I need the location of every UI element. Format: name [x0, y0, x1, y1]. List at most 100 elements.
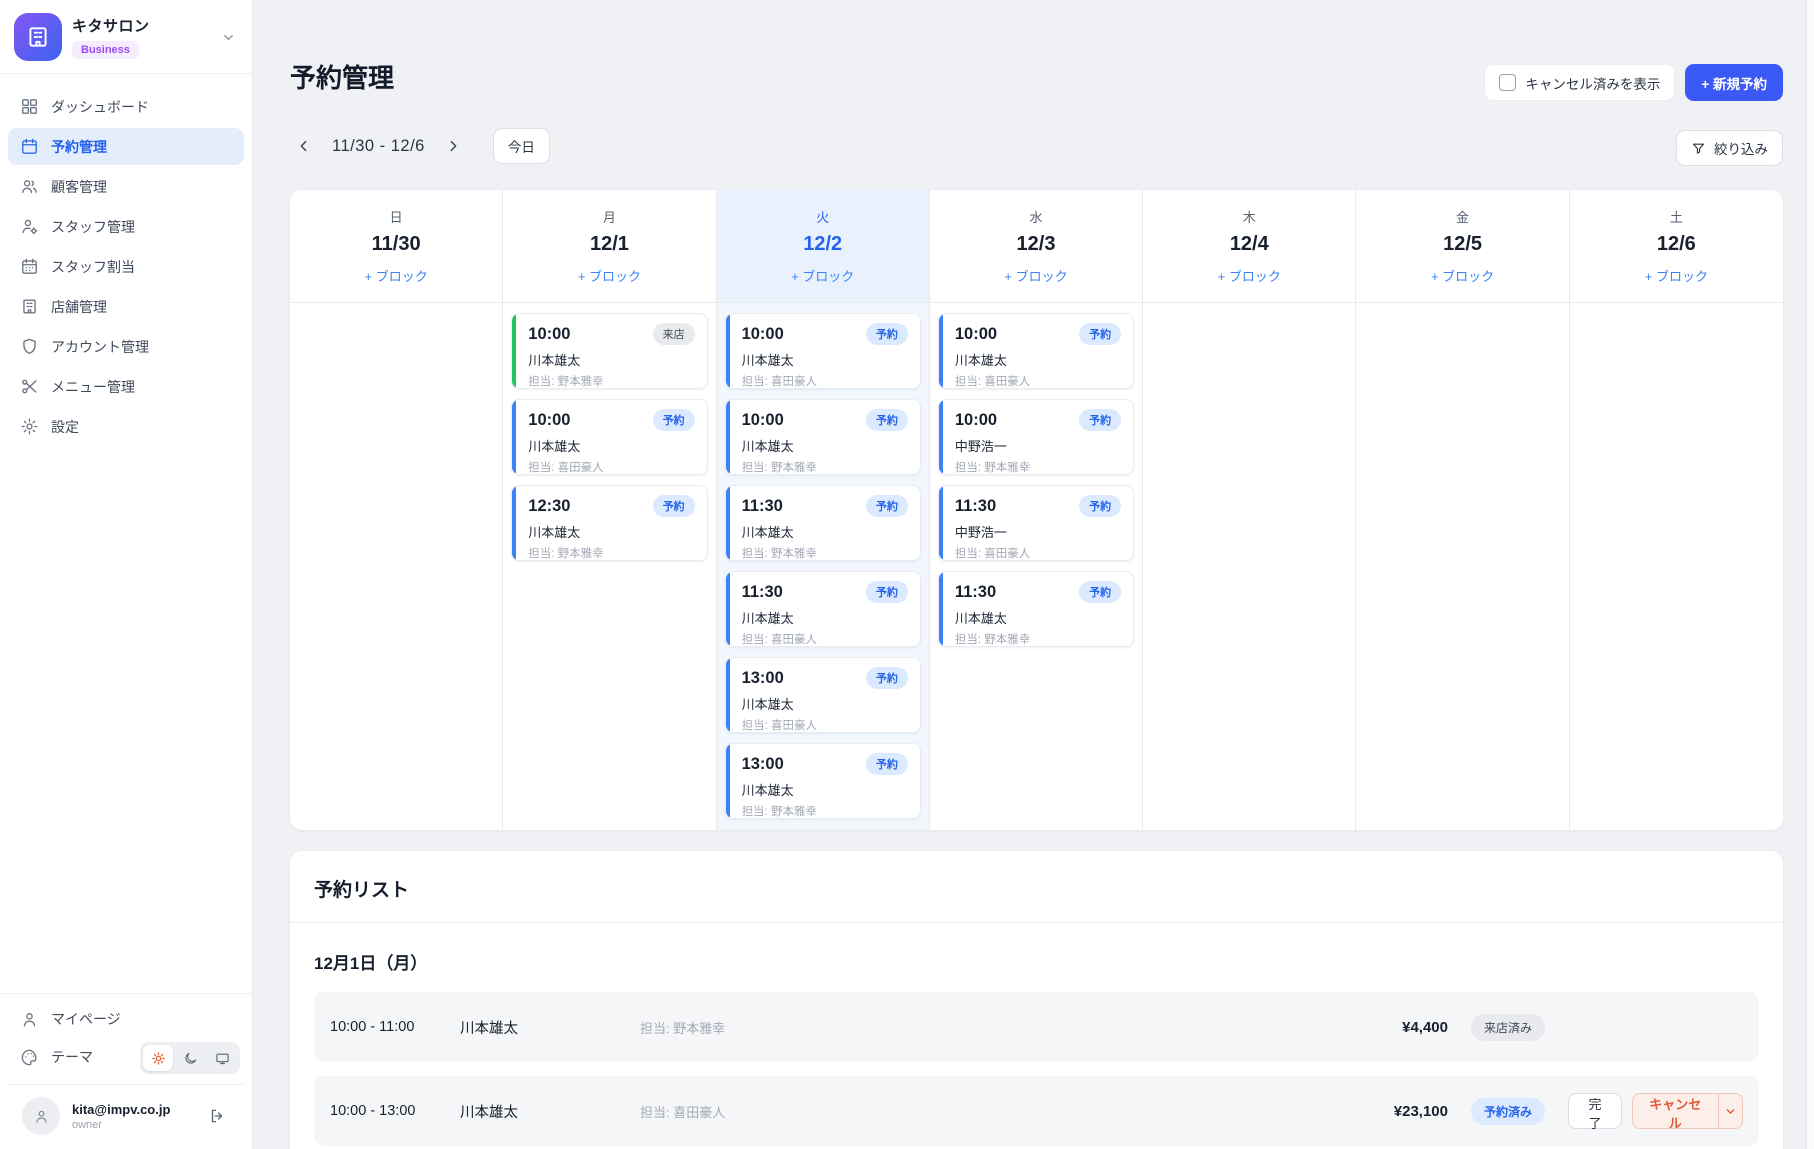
week-navigation: 11/30 - 12/6 今日 [290, 128, 550, 164]
sidebar-item-store[interactable]: 店舗管理 [8, 288, 244, 325]
add-block-button[interactable]: + ブロック [1431, 266, 1494, 285]
week-range-label: 11/30 - 12/6 [332, 137, 425, 156]
appointment-time: 10:00 [528, 325, 570, 344]
sidebar-item-customers[interactable]: 顧客管理 [8, 168, 244, 205]
sidebar: キタサロン Business ダッシュボード 予約管理 顧客管理 スタッフ管理 … [0, 0, 253, 1149]
sidebar-item-dashboard[interactable]: ダッシュボード [8, 88, 244, 125]
customer-name: 川本雄太 [528, 350, 694, 369]
add-block-button[interactable]: + ブロック [1218, 266, 1281, 285]
sidebar-item-label: メニュー管理 [51, 377, 135, 397]
status-badge: 予約 [866, 581, 908, 603]
sidebar-item-label: スタッフ管理 [51, 217, 135, 237]
theme-dark-button[interactable] [175, 1045, 205, 1071]
prev-week-button[interactable] [290, 132, 318, 160]
customer-name: 川本雄太 [742, 522, 908, 541]
sidebar-item-label: ダッシュボード [51, 97, 149, 117]
appointment-card-top: 10:00予約 [742, 323, 908, 345]
appointment-card[interactable]: 11:30予約中野浩一担当: 喜田豪人 [938, 485, 1134, 561]
appointment-card[interactable]: 10:00予約川本雄太担当: 喜田豪人 [938, 313, 1134, 389]
sidebar-item-settings[interactable]: 設定 [8, 408, 244, 445]
appointment-card-top: 10:00 予約 [528, 409, 694, 431]
day-of-week-label: 水 [1029, 207, 1042, 226]
sidebar-item-label: 設定 [51, 417, 79, 437]
day-date-label: 12/6 [1657, 233, 1696, 256]
appointment-card[interactable]: 10:00予約川本雄太担当: 喜田豪人 [511, 399, 707, 475]
appointment-time: 10:00 [742, 411, 784, 430]
add-block-button[interactable]: + ブロック [365, 266, 428, 285]
calendar-week-view: 日11/30+ ブロック月12/1+ ブロック火12/2+ ブロック水12/3+… [290, 190, 1783, 830]
status-badge: 予約 [1079, 323, 1121, 345]
status-badge: 予約 [1079, 495, 1121, 517]
theme-light-button[interactable] [143, 1045, 173, 1071]
appointment-card-top: 11:30 予約 [742, 581, 908, 603]
add-block-button[interactable]: + ブロック [1645, 266, 1708, 285]
brand-switcher[interactable]: キタサロン Business [0, 0, 252, 74]
appointment-card[interactable]: 13:00予約川本雄太担当: 喜田豪人 [725, 657, 921, 733]
today-button[interactable]: 今日 [493, 128, 550, 164]
new-reservation-button[interactable]: + 新規予約 [1685, 64, 1783, 101]
day-date-label: 12/3 [1017, 233, 1056, 256]
sidebar-item-staff[interactable]: スタッフ管理 [8, 208, 244, 245]
page-scrollbar[interactable] [1806, 0, 1814, 1149]
status-badge: 予約 [866, 667, 908, 689]
logout-button[interactable] [204, 1103, 230, 1129]
add-block-button[interactable]: + ブロック [1004, 266, 1067, 285]
cancel-button[interactable]: キャンセル [1633, 1094, 1718, 1128]
day-date-label: 11/30 [372, 233, 421, 256]
sidebar-item-account[interactable]: アカウント管理 [8, 328, 244, 365]
show-cancelled-control[interactable]: キャンセル済みを表示 [1484, 64, 1675, 101]
sidebar-item-staff-assign[interactable]: スタッフ割当 [8, 248, 244, 285]
appointment-card[interactable]: 10:00予約川本雄太担当: 野本雅幸 [725, 399, 921, 475]
chevron-down-icon[interactable] [221, 30, 236, 45]
appointment-card-top: 10:00予約 [742, 409, 908, 431]
next-week-button[interactable] [439, 132, 467, 160]
appointment-card[interactable]: 10:00予約中野浩一担当: 野本雅幸 [938, 399, 1134, 475]
appointment-card-top: 13:00予約 [742, 753, 908, 775]
staff-label: 担当: 野本雅幸 [640, 1018, 1338, 1037]
theme-system-button[interactable] [207, 1045, 237, 1071]
calendar-day-header: 金12/5+ ブロック [1356, 190, 1569, 302]
store-icon [25, 24, 51, 50]
cancel-dropdown-button[interactable] [1718, 1094, 1742, 1128]
reservation-rows: 10:00 - 11:00川本雄太担当: 野本雅幸¥4,400来店済み10:00… [290, 992, 1783, 1149]
status-badge: 予約 [653, 495, 695, 517]
gear-icon [20, 417, 39, 436]
add-block-button[interactable]: + ブロック [791, 266, 854, 285]
complete-button[interactable]: 完了 [1568, 1093, 1622, 1129]
appointment-time: 10:00 [955, 325, 997, 344]
appointment-card[interactable]: 10:00予約川本雄太担当: 喜田豪人 [725, 313, 921, 389]
appointment-card[interactable]: 12:30予約川本雄太担当: 野本雅幸 [511, 485, 707, 561]
filter-button[interactable]: 絞り込み [1676, 130, 1783, 166]
appointment-card[interactable]: 11:30予約川本雄太担当: 野本雅幸 [725, 485, 921, 561]
status-badge: 予約 [653, 409, 695, 431]
customer-name: 川本雄太 [742, 780, 908, 799]
customer-name: 中野浩一 [955, 436, 1121, 455]
day-of-week-label: 月 [603, 207, 616, 226]
appointment-card-top: 10:00予約 [955, 409, 1121, 431]
sidebar-item-menu[interactable]: メニュー管理 [8, 368, 244, 405]
appointment-card[interactable]: 11:30予約川本雄太担当: 喜田豪人 [725, 571, 921, 647]
staff-gear-icon [20, 217, 39, 236]
sidebar-item-reservations[interactable]: 予約管理 [8, 128, 244, 165]
appointment-time: 11:30 [742, 583, 783, 602]
sidebar-item-theme: テーマ [8, 1038, 244, 1076]
staff-label: 担当: 喜田豪人 [640, 1102, 1338, 1121]
add-block-button[interactable]: + ブロック [578, 266, 641, 285]
appointment-card[interactable]: 10:00来店川本雄太担当: 野本雅幸 [511, 313, 707, 389]
status-accent-bar [512, 314, 516, 388]
calendar-day-column [290, 303, 503, 830]
staff-label: 担当: 野本雅幸 [528, 373, 694, 389]
appointment-time: 10:00 [528, 411, 570, 430]
plan-badge: Business [72, 41, 139, 59]
appointment-card[interactable]: 11:30予約川本雄太担当: 野本雅幸 [938, 571, 1134, 647]
appointment-time: 10:00 [742, 325, 784, 344]
appointment-time: 13:00 [742, 755, 784, 774]
status-badge-column: 来店済み [1448, 1014, 1568, 1041]
show-cancelled-checkbox[interactable] [1499, 74, 1516, 91]
status-accent-bar [939, 400, 943, 474]
logout-icon [208, 1107, 226, 1125]
appointment-card[interactable]: 13:00予約川本雄太担当: 野本雅幸 [725, 743, 921, 819]
avatar [22, 1097, 60, 1135]
brand-name: キタサロン [72, 15, 150, 36]
sidebar-item-mypage[interactable]: マイページ [8, 1000, 244, 1038]
